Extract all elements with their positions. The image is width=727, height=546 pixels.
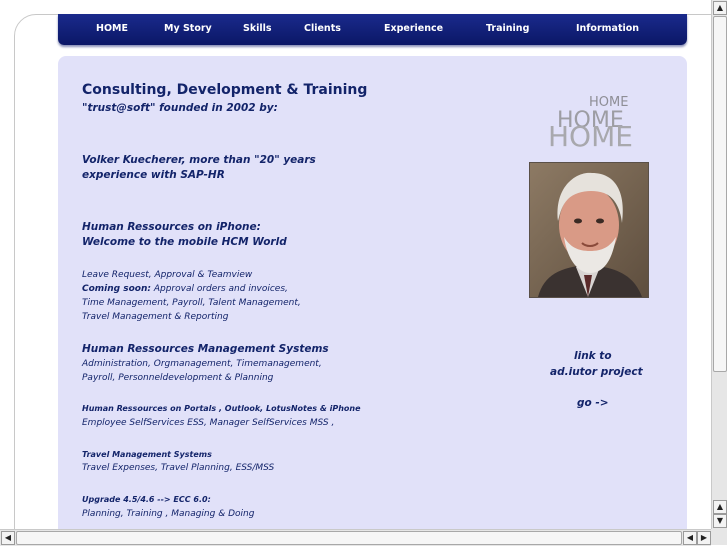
travel-detail: Travel Expenses, Travel Planning, ESS/MS… <box>82 463 275 473</box>
page-subtitle: "trust@soft" founded in 2002 by: <box>82 102 278 114</box>
nav-item-home[interactable]: HOME <box>96 23 128 34</box>
founder-line-2: experience with SAP-HR <box>82 169 225 181</box>
project-link-line-2[interactable]: ad.iutor project <box>550 366 643 378</box>
coming-soon-text: Approval orders and invoices, <box>150 284 288 294</box>
nav-item-my-story[interactable]: My Story <box>164 23 212 34</box>
portals-detail: Employee SelfServices ESS, Manager SelfS… <box>82 418 335 428</box>
iphone-detail-1: Leave Request, Approval & Teamview <box>82 270 253 280</box>
hrms-detail-2: Payroll, Personneldevelopment & Planning <box>82 373 274 383</box>
nav-item-experience[interactable]: Experience <box>384 23 443 34</box>
page-viewport: HOME My Story Skills Clients Experience … <box>0 0 711 529</box>
iphone-heading-2: Welcome to the mobile HCM World <box>82 236 287 248</box>
portrait-photo <box>529 162 649 298</box>
iphone-heading-1: Human Ressources on iPhone: <box>82 221 261 233</box>
iphone-detail-2: Coming soon: Approval orders and invoice… <box>82 282 288 296</box>
triangle-left-icon[interactable]: ◀ <box>1 531 15 545</box>
triangle-up-icon-lower[interactable]: ▲ <box>713 500 727 514</box>
upgrade-heading: Upgrade 4.5/4.6 --> ECC 6.0: <box>82 495 211 504</box>
triangle-right-icon[interactable]: ▶ <box>697 531 711 545</box>
nav-item-clients[interactable]: Clients <box>304 23 341 34</box>
project-link-line-1[interactable]: link to <box>574 350 612 362</box>
iphone-detail-4: Travel Management & Reporting <box>82 312 229 322</box>
travel-heading: Travel Management Systems <box>82 450 212 459</box>
triangle-left-icon-right[interactable]: ◀ <box>683 531 697 545</box>
go-link[interactable]: go -> <box>577 397 609 409</box>
hrms-heading: Human Ressources Management Systems <box>82 343 329 355</box>
nav-bar: HOME My Story Skills Clients Experience … <box>58 14 687 45</box>
upgrade-detail: Planning, Training , Managing & Doing <box>82 509 255 519</box>
hrms-detail-1: Administration, Orgmanagement, Timemanag… <box>82 359 322 369</box>
iphone-detail-3: Time Management, Payroll, Talent Managem… <box>82 298 301 308</box>
nav-item-information[interactable]: Information <box>576 23 639 34</box>
horizontal-scrollbar[interactable]: ◀ ◀ ▶ <box>0 529 711 546</box>
vertical-scrollbar[interactable]: ▲ ▲ ▼ <box>711 0 727 529</box>
vertical-scroll-thumb[interactable] <box>713 16 727 372</box>
portrait-illustration <box>530 163 648 297</box>
scrollbar-corner <box>711 529 727 545</box>
coming-soon-label: Coming soon: <box>82 284 151 294</box>
horizontal-scroll-thumb[interactable] <box>16 531 682 545</box>
nav-item-training[interactable]: Training <box>486 23 529 34</box>
nav-item-skills[interactable]: Skills <box>243 23 272 34</box>
triangle-up-icon[interactable]: ▲ <box>713 1 727 15</box>
home-logo-large[interactable]: HOME <box>548 120 633 153</box>
page-title: Consulting, Development & Training <box>82 82 368 98</box>
portals-heading: Human Ressources on Portals , Outlook, L… <box>82 404 361 413</box>
triangle-down-icon[interactable]: ▼ <box>713 514 727 528</box>
founder-line-1: Volker Kuecherer, more than "20" years <box>82 154 316 166</box>
